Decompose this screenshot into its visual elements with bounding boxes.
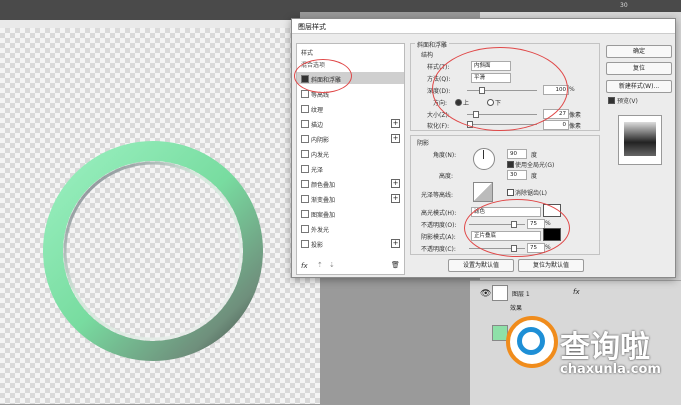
style-checkbox[interactable] bbox=[301, 240, 309, 248]
shadow-mode-label: 阴影模式(A): bbox=[421, 234, 456, 241]
style-list-item[interactable]: 描边 + bbox=[297, 117, 404, 129]
soften-label: 软化(F): bbox=[427, 123, 450, 130]
zoom-readout: 30 bbox=[620, 2, 628, 9]
style-list-label: 渐变叠加 bbox=[311, 197, 336, 204]
style-checkbox[interactable] bbox=[301, 210, 309, 218]
gloss-contour-swatch[interactable] bbox=[473, 182, 493, 202]
depth-unit: % bbox=[569, 86, 575, 93]
soften-field[interactable]: 0 bbox=[543, 120, 569, 130]
style-list-item[interactable]: 外发光 bbox=[297, 222, 404, 234]
angle-field[interactable]: 90 bbox=[507, 149, 527, 159]
highlight-opacity-label: 不透明度(O): bbox=[421, 222, 457, 229]
altitude-label: 高度: bbox=[439, 173, 454, 180]
preview-label: 预览(V) bbox=[617, 98, 638, 105]
gloss-contour-label: 光泽等高线: bbox=[421, 192, 454, 199]
bevel-section-title: 斜面和浮雕 bbox=[415, 40, 450, 49]
fx-icon[interactable]: fx bbox=[301, 262, 308, 270]
add-effect-icon[interactable]: + bbox=[391, 119, 400, 128]
highlight-mode-label: 高光模式(H): bbox=[421, 210, 457, 217]
add-effect-icon[interactable]: + bbox=[391, 239, 400, 248]
angle-dial[interactable] bbox=[473, 148, 495, 170]
style-list-item[interactable]: 光泽 bbox=[297, 162, 404, 174]
style-list-label: 纹理 bbox=[311, 107, 324, 114]
style-checkbox[interactable] bbox=[301, 135, 309, 143]
style-list-item[interactable]: 图案叠加 bbox=[297, 207, 404, 219]
altitude-unit: 度 bbox=[531, 173, 538, 180]
style-checkbox[interactable] bbox=[301, 120, 309, 128]
close-icon[interactable]: ✕ bbox=[298, 22, 669, 30]
style-checkbox[interactable] bbox=[301, 225, 309, 233]
add-effect-icon[interactable]: + bbox=[391, 179, 400, 188]
reset-default-button[interactable]: 复位为默认值 bbox=[518, 259, 584, 272]
soften-unit: 像素 bbox=[569, 123, 582, 130]
style-list-item[interactable]: 纹理 bbox=[297, 102, 404, 114]
style-checkbox[interactable] bbox=[301, 105, 309, 113]
watermark-url: chaxunla.com bbox=[560, 362, 661, 377]
layer-fx-icon[interactable]: fx bbox=[573, 288, 580, 296]
style-list-item[interactable]: 内阴影 + bbox=[297, 132, 404, 144]
reset-button[interactable]: 复位 bbox=[606, 62, 672, 75]
style-list-label: 内阴影 bbox=[311, 137, 330, 144]
style-list-item[interactable]: 渐变叠加 + bbox=[297, 192, 404, 204]
add-effect-icon[interactable]: + bbox=[391, 134, 400, 143]
move-up-icon[interactable]: ⇡ bbox=[317, 261, 323, 269]
style-list-label: 内发光 bbox=[311, 152, 330, 159]
style-list-label: 投影 bbox=[311, 242, 324, 249]
style-list-label: 图案叠加 bbox=[311, 212, 336, 219]
antialias-checkbox[interactable] bbox=[507, 189, 514, 196]
layer-style-dialog: 图层样式 ✕ 样式 混合选项 斜面和浮雕 等高线 纹理 描边 + 内阴影 + 内发光 光泽 颜色叠… bbox=[291, 18, 676, 278]
style-checkbox[interactable] bbox=[301, 150, 309, 158]
style-checkbox[interactable] bbox=[301, 165, 309, 173]
new-style-button[interactable]: 新建样式(W)... bbox=[606, 80, 672, 93]
dialog-title-bar: 图层样式 ✕ bbox=[292, 19, 675, 34]
layer-thumbnail bbox=[492, 285, 508, 301]
style-preview bbox=[618, 115, 662, 165]
angle-unit: 度 bbox=[531, 152, 538, 159]
annotation-circle bbox=[432, 47, 568, 131]
annotation-circle bbox=[294, 59, 352, 93]
layer-effects-label: 效果 bbox=[510, 305, 523, 312]
layer-name[interactable]: 图层 1 bbox=[512, 289, 530, 298]
shading-title: 阴影 bbox=[417, 140, 430, 147]
annotation-circle bbox=[464, 199, 570, 257]
style-list-label: 外发光 bbox=[311, 227, 330, 234]
style-checkbox[interactable] bbox=[301, 180, 309, 188]
style-list-item[interactable]: 颜色叠加 + bbox=[297, 177, 404, 189]
antialias-label: 消除锯齿(L) bbox=[515, 190, 548, 197]
style-checkbox[interactable] bbox=[301, 90, 309, 98]
style-checkbox[interactable] bbox=[301, 195, 309, 203]
style-list-label: 光泽 bbox=[311, 167, 324, 174]
preview-checkbox[interactable] bbox=[608, 97, 615, 104]
ok-button[interactable]: 确定 bbox=[606, 45, 672, 58]
move-down-icon[interactable]: ⇣ bbox=[329, 261, 335, 269]
size-unit: 像素 bbox=[569, 112, 582, 119]
style-list-label: 颜色叠加 bbox=[311, 182, 336, 189]
make-default-button[interactable]: 设置为默认值 bbox=[448, 259, 514, 272]
structure-title: 结构 bbox=[421, 52, 434, 59]
watermark-brand: 查询啦 bbox=[560, 330, 650, 365]
app-menu-bar-right: 30 bbox=[300, 0, 681, 12]
global-light-label: 使用全局光(G) bbox=[515, 162, 555, 169]
styles-header[interactable]: 样式 bbox=[301, 48, 313, 57]
eye-icon[interactable]: 👁 bbox=[480, 289, 491, 299]
trash-icon[interactable]: 🗑 bbox=[391, 261, 400, 269]
style-list-item[interactable]: 内发光 bbox=[297, 147, 404, 159]
shadow-opacity-label: 不透明度(C): bbox=[421, 246, 456, 253]
green-ring-artwork bbox=[43, 141, 263, 361]
angle-label: 角度(N): bbox=[433, 152, 457, 159]
style-list-item[interactable]: 投影 + bbox=[297, 237, 404, 249]
global-light-checkbox[interactable] bbox=[507, 161, 514, 168]
add-effect-icon[interactable]: + bbox=[391, 194, 400, 203]
style-list-label: 描边 bbox=[311, 122, 324, 129]
search-logo-icon bbox=[506, 316, 558, 368]
altitude-field[interactable]: 30 bbox=[507, 170, 527, 180]
